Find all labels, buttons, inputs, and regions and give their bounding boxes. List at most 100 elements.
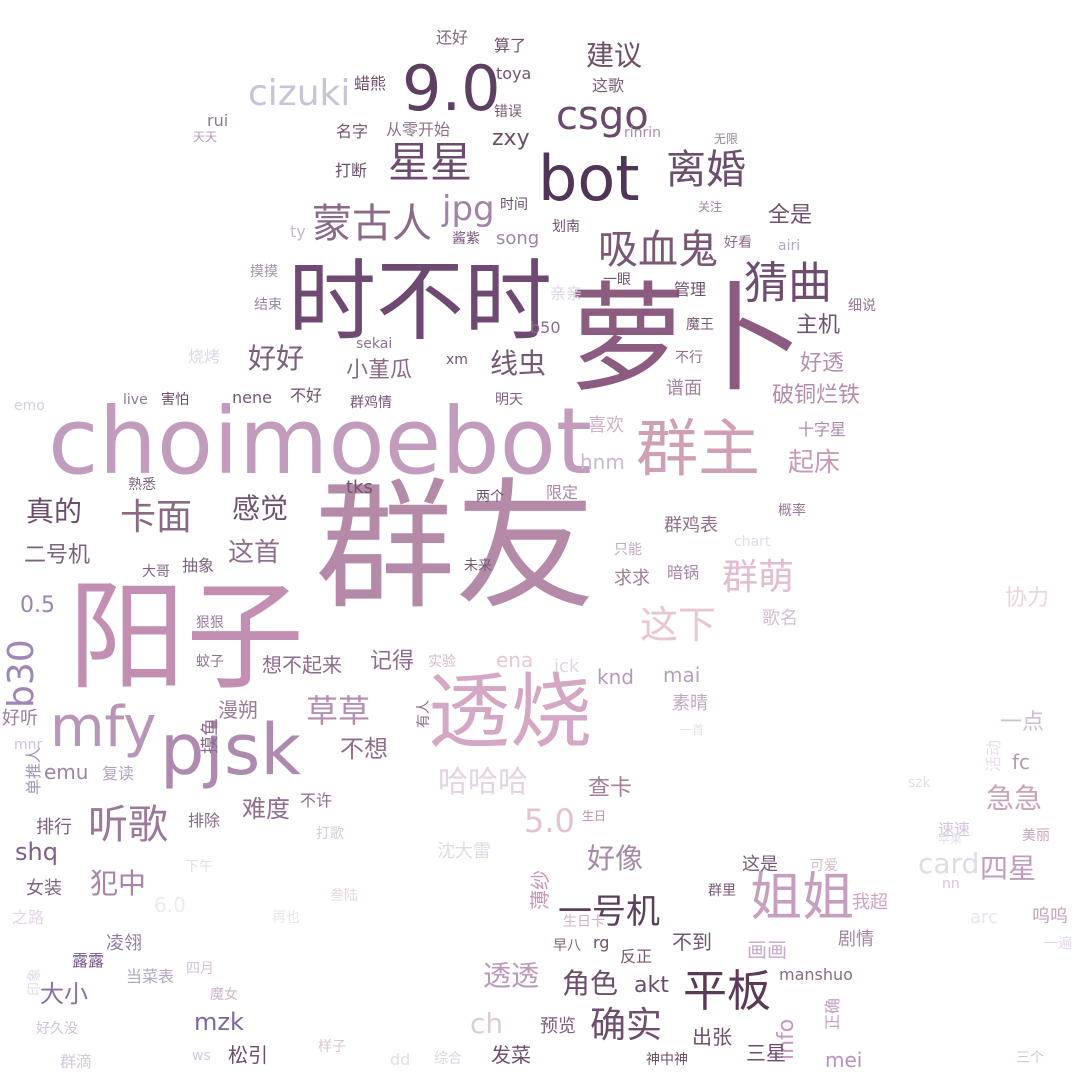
cloud-word: 沈大雷 (437, 841, 491, 862)
cloud-word: ena (496, 648, 534, 672)
cloud-word: knd (597, 665, 634, 689)
cloud-word: 从零开始 (386, 120, 451, 139)
cloud-word: 一遍 (1044, 936, 1072, 952)
cloud-word: 无限 (714, 132, 739, 146)
cloud-word: 歌名 (762, 608, 798, 629)
cloud-word: 好好 (248, 342, 305, 375)
cloud-word: 十字星 (798, 420, 847, 439)
cloud-word: 薄纱 (528, 870, 552, 910)
cloud-word: 烧烤 (188, 347, 221, 366)
cloud-word: 样子 (318, 1039, 346, 1055)
cloud-word: 魔王 (686, 317, 714, 333)
cloud-word: 结束 (254, 297, 282, 313)
cloud-word: 当菜表 (126, 967, 175, 986)
cloud-word: 主机 (796, 313, 841, 338)
cloud-word: 难度 (242, 795, 290, 823)
cloud-word: 群主 (636, 412, 761, 485)
cloud-word: 谱面 (666, 378, 702, 399)
cloud-word: 角色 (562, 967, 619, 1000)
cloud-word: 好看 (724, 235, 752, 251)
cloud-word: 透烧 (428, 665, 593, 760)
cloud-word: 群萌 (722, 557, 795, 598)
cloud-word: mnr (14, 737, 43, 753)
cloud-word: 三个 (1016, 1050, 1044, 1066)
cloud-word: 明天 (495, 392, 523, 408)
cloud-word: akt (634, 973, 669, 998)
cloud-word: 漫朔 (218, 698, 258, 722)
cloud-word: 早八 (553, 938, 581, 954)
cloud-word: 听歌 (88, 802, 168, 848)
cloud-word: dd (390, 1050, 411, 1069)
cloud-word: airi (778, 238, 801, 254)
cloud-word: 我超 (852, 892, 888, 913)
cloud-word: 打断 (335, 161, 368, 180)
cloud-word: fc (1012, 750, 1031, 774)
cloud-word: 生日卡 (563, 914, 605, 930)
cloud-word: 划南 (552, 219, 580, 235)
cloud-word: 协力 (1005, 586, 1050, 611)
cloud-word: chart (734, 534, 771, 550)
cloud-word: 时不时 (288, 250, 553, 353)
word-cloud: 群友 萝卜 阳子 choimoebot 时不时 透烧 bot 9.0 pjsk 群主 mfy 姐姐 平板… (0, 0, 1080, 1080)
cloud-word: 酱紫 (452, 231, 480, 247)
cloud-word: 活动 (984, 739, 1003, 772)
cloud-word: 限定 (546, 483, 579, 502)
cloud-word: arc (970, 907, 998, 928)
cloud-word: 两个 (476, 489, 504, 505)
cloud-word: rinrin (624, 125, 662, 141)
cloud-word: 急急 (986, 782, 1043, 815)
cloud-word: 吸血鬼 (598, 227, 718, 273)
cloud-word: 这歌 (592, 76, 625, 95)
cloud-word: 魔女 (210, 987, 238, 1003)
cloud-word: 0.5 (20, 593, 55, 618)
cloud-word: 破铜烂铁 (772, 383, 861, 408)
cloud-word: song (496, 228, 540, 249)
cloud-word: 群里 (708, 883, 736, 899)
cloud-word: 发菜 (491, 1043, 531, 1067)
cloud-word: 狠狠 (196, 615, 224, 631)
cloud-word: 求求 (614, 568, 650, 589)
cloud-word: 真的 (26, 495, 83, 528)
cloud-word: 好透 (800, 351, 845, 376)
cloud-word: 三星 (746, 1041, 786, 1065)
cloud-word: 犯中 (90, 867, 147, 900)
cloud-word: 姐姐 (750, 868, 855, 928)
cloud-word: 细说 (848, 298, 876, 314)
cloud-word: 素晴 (672, 693, 708, 714)
cloud-word: bot (538, 142, 640, 215)
cloud-word: 还好 (436, 28, 469, 47)
cloud-word: cizuki (248, 73, 351, 114)
cloud-word: 单推人 (24, 746, 43, 795)
cloud-word: 正确 (823, 997, 842, 1030)
cloud-word: 排除 (188, 811, 221, 830)
cloud-word: 蜡熊 (354, 74, 387, 93)
cloud-word: 印象 (27, 968, 43, 996)
cloud-word: 蚊子 (196, 654, 224, 670)
cloud-word: 不想 (340, 735, 388, 763)
cloud-word: 实验 (428, 654, 456, 670)
cloud-word: 9.0 (402, 52, 501, 125)
cloud-word: 不行 (675, 350, 703, 366)
cloud-word: 不到 (672, 930, 712, 954)
cloud-word: 神中神 (646, 1052, 688, 1068)
cloud-word: 错误 (494, 104, 522, 120)
cloud-word: 可爱 (810, 858, 838, 874)
cloud-word: 平板 (683, 966, 771, 1017)
cloud-word: tks (346, 477, 373, 498)
cloud-word: 有人 (416, 700, 432, 728)
cloud-word: 查卡 (588, 776, 633, 801)
cloud-word: 线虫 (490, 347, 547, 380)
cloud-word: emu (44, 760, 89, 784)
cloud-word: 名字 (336, 122, 369, 141)
cloud-word: 生日 (582, 809, 607, 823)
cloud-word: ty (290, 222, 306, 241)
cloud-word: 想不起来 (262, 653, 342, 677)
cloud-word: 记得 (370, 649, 415, 674)
cloud-word: 哈哈哈 (438, 765, 528, 800)
cloud-word: 猜曲 (744, 258, 832, 309)
cloud-word: 二号机 (24, 543, 91, 568)
cloud-word: 苹果 (938, 832, 963, 846)
cloud-word: ws (192, 1048, 211, 1064)
cloud-word: 群鸡情 (350, 395, 392, 411)
cloud-word: 预览 (540, 1016, 576, 1037)
